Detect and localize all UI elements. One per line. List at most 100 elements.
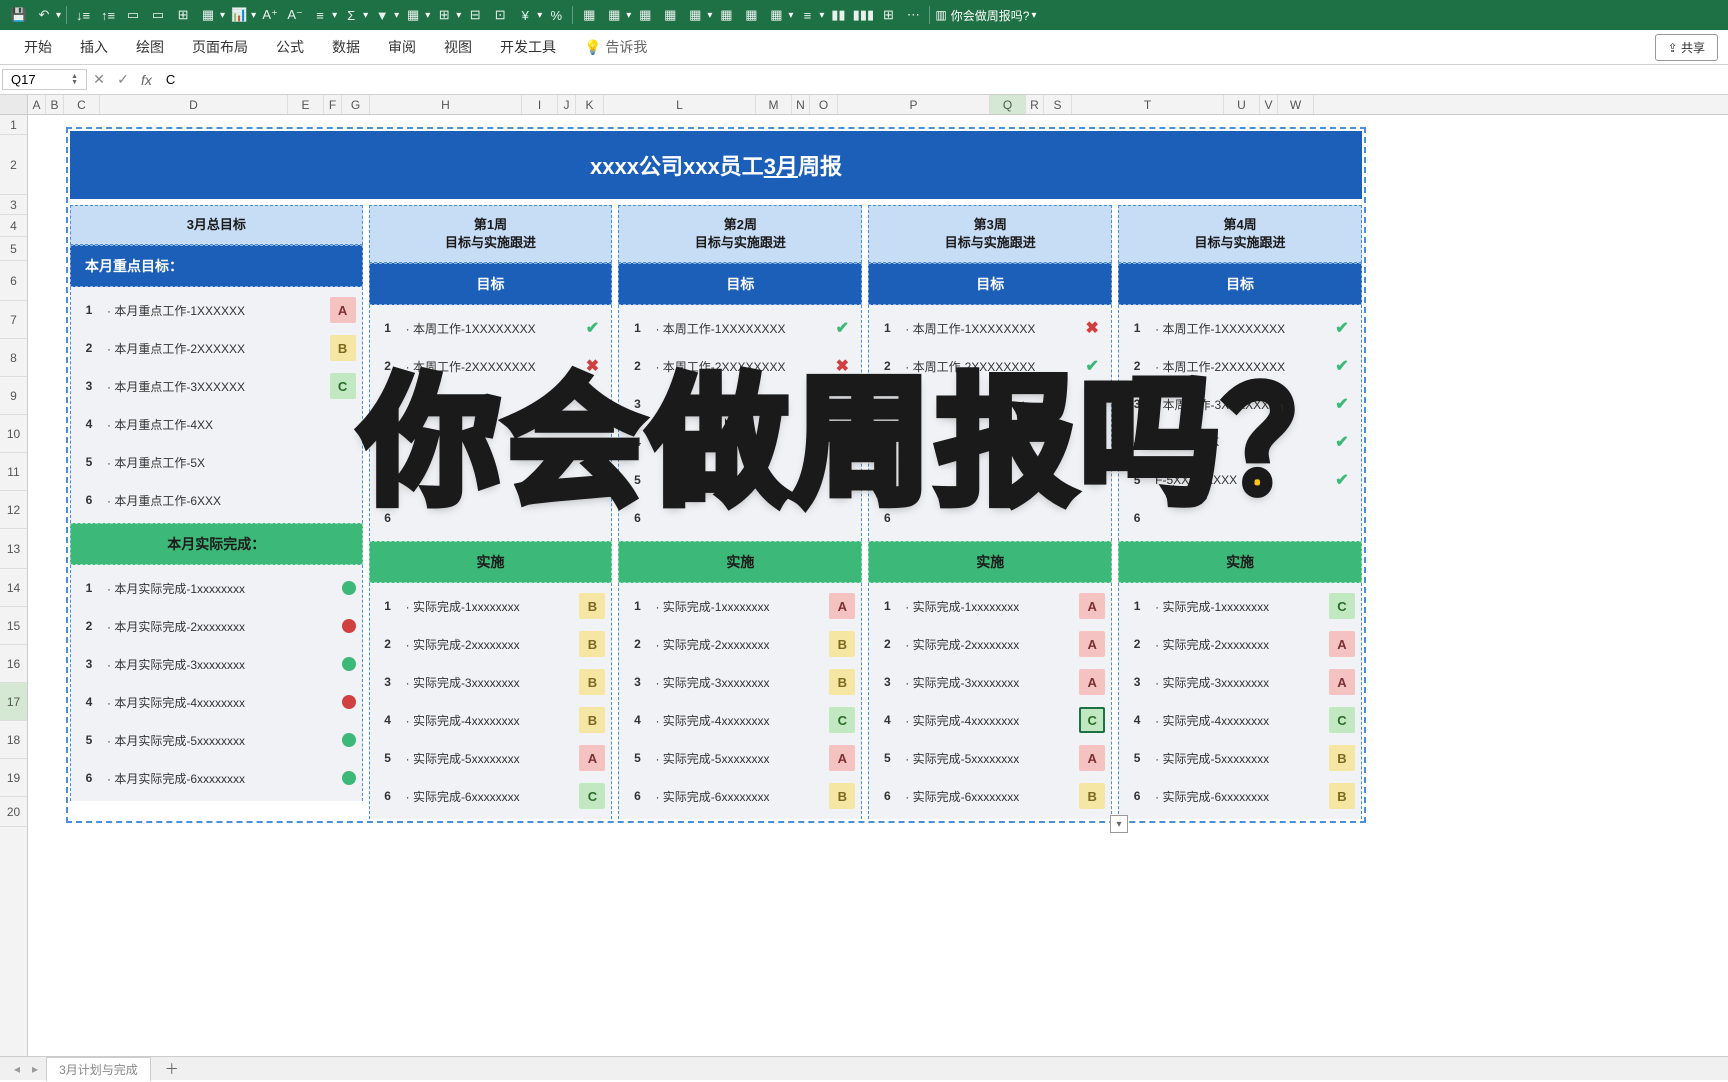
col-header-V[interactable]: V <box>1260 95 1278 114</box>
data-row[interactable]: 1· 本月重点工作-1XXXXXXA <box>71 291 362 329</box>
percent-icon[interactable]: % <box>545 4 567 26</box>
menu-公式[interactable]: 公式 <box>262 31 318 63</box>
data-row[interactable]: 3· 实际完成-3xxxxxxxxB <box>619 663 861 701</box>
currency-icon[interactable]: ¥ <box>514 4 536 26</box>
data-row[interactable]: 4· 本月实际完成-4xxxxxxxx <box>71 683 362 721</box>
undo-icon[interactable]: ↶ <box>33 4 55 26</box>
data-row[interactable]: 4 <box>370 423 612 461</box>
format-icon[interactable]: ▦ <box>402 4 424 26</box>
cancel-formula-icon[interactable]: ✕ <box>87 71 111 88</box>
format-cells-icon[interactable]: ▦ <box>684 4 706 26</box>
data-row[interactable]: 6· 本月重点工作-6XXX <box>71 481 362 519</box>
data-row[interactable]: 2· 实际完成-2xxxxxxxxB <box>370 625 612 663</box>
row-header-11[interactable]: 11 <box>0 453 27 491</box>
row-header-5[interactable]: 5 <box>0 237 27 261</box>
fill-icon[interactable]: ▦ <box>197 4 219 26</box>
data-row[interactable]: 3 <box>370 385 612 423</box>
data-row[interactable]: 6· 实际完成-6xxxxxxxxB <box>619 777 861 815</box>
data-row[interactable]: 6 <box>619 499 861 537</box>
group-icon[interactable]: ▦ <box>715 4 737 26</box>
fx-label[interactable]: fx <box>135 72 158 88</box>
row-header-1[interactable]: 1 <box>0 115 27 135</box>
data-row[interactable]: 3· 本月重点工作-3XXXXXXC <box>71 367 362 405</box>
row-header-12[interactable]: 12 <box>0 491 27 529</box>
accept-formula-icon[interactable]: ✓ <box>111 71 135 88</box>
row-header-20[interactable]: 20 <box>0 797 27 827</box>
name-box[interactable]: Q17 ▲▼ <box>2 69 87 90</box>
file-name[interactable]: ▥ 你会做周报吗? ▾ <box>935 7 1036 24</box>
col-header-L[interactable]: L <box>604 95 756 114</box>
data-row[interactable]: 6· 实际完成-6xxxxxxxxB <box>869 777 1111 815</box>
tell-me[interactable]: 💡 告诉我 <box>570 31 661 63</box>
tab-nav-first-icon[interactable]: ◂ <box>10 1062 24 1076</box>
col-header-N[interactable]: N <box>792 95 810 114</box>
data-row[interactable]: 3· 实际完成-3xxxxxxxxA <box>1119 663 1361 701</box>
merge-icon[interactable]: ⊟ <box>464 4 486 26</box>
data-row[interactable]: 1· 实际完成-1xxxxxxxxA <box>619 587 861 625</box>
col-header-M[interactable]: M <box>756 95 792 114</box>
menu-视图[interactable]: 视图 <box>430 31 486 63</box>
data-row[interactable]: 6 <box>869 499 1111 537</box>
col-header-I[interactable]: I <box>522 95 558 114</box>
select-all-corner[interactable] <box>0 95 28 114</box>
pivot-icon[interactable]: ▦ <box>578 4 600 26</box>
data-row[interactable]: 2· 实际完成-2xxxxxxxxB <box>619 625 861 663</box>
data-row[interactable]: 6 <box>370 499 612 537</box>
menu-绘图[interactable]: 绘图 <box>122 31 178 63</box>
data-row[interactable]: 5· 实际完成-5xxxxxxxxB <box>1119 739 1361 777</box>
data-row[interactable]: 5· 实际完成-5xxxxxxxxA <box>370 739 612 777</box>
insert-icon[interactable]: ▦ <box>634 4 656 26</box>
autofill-handle[interactable]: ▾ <box>1110 815 1128 833</box>
data-row[interactable]: 3· 实际完成-3xxxxxxxxA <box>869 663 1111 701</box>
data-row[interactable]: 1· 实际完成-1xxxxxxxxA <box>869 587 1111 625</box>
data-row[interactable]: 4· 实际完成-4xxxxxxxxC <box>619 701 861 739</box>
col-header-S[interactable]: S <box>1044 95 1072 114</box>
tab-nav-prev-icon[interactable]: ▸ <box>28 1062 42 1076</box>
data-row[interactable]: 1· 本周工作-1XXXXXXXX✔ <box>619 309 861 347</box>
data-row[interactable]: 3· 本周工作-3XXXXXXXX✔ <box>1119 385 1361 423</box>
data-row[interactable]: 5 <box>869 461 1111 499</box>
menu-审阅[interactable]: 审阅 <box>374 31 430 63</box>
row-header-14[interactable]: 14 <box>0 569 27 607</box>
data-row[interactable]: 2· 本月实际完成-2xxxxxxxx <box>71 607 362 645</box>
add-sheet-icon[interactable]: ＋ <box>155 1056 189 1082</box>
row-header-13[interactable]: 13 <box>0 529 27 569</box>
col-header-B[interactable]: B <box>46 95 64 114</box>
row-header-4[interactable]: 4 <box>0 215 27 237</box>
col-header-C[interactable]: C <box>64 95 100 114</box>
data-row[interactable]: 4· 实际完成-4xxxxxxxxB <box>370 701 612 739</box>
menu-插入[interactable]: 插入 <box>66 31 122 63</box>
bar-chart-icon[interactable]: ▮▮ <box>827 4 849 26</box>
data-row[interactable]: 1· 本周工作-1XXXXXXXX✔ <box>370 309 612 347</box>
col-header-H[interactable]: H <box>370 95 522 114</box>
data-row[interactable]: 3 <box>619 385 861 423</box>
data-row[interactable]: 2· 本周工作-2XXXXXXXX✔ <box>869 347 1111 385</box>
data-row[interactable]: 6· 实际完成-6xxxxxxxxB <box>1119 777 1361 815</box>
sum-icon[interactable]: Σ <box>340 4 362 26</box>
row-header-16[interactable]: 16 <box>0 645 27 683</box>
delete-icon[interactable]: ▦ <box>659 4 681 26</box>
col-header-R[interactable]: R <box>1026 95 1044 114</box>
data-row[interactable]: 3 <box>869 385 1111 423</box>
col-header-E[interactable]: E <box>288 95 324 114</box>
menu-数据[interactable]: 数据 <box>318 31 374 63</box>
insert-right-icon[interactable]: ▭ <box>147 4 169 26</box>
more-icon[interactable]: ⋯ <box>902 4 924 26</box>
font-decrease-icon[interactable]: A⁻ <box>284 4 306 26</box>
data-row[interactable]: 5 <box>619 461 861 499</box>
col-header-T[interactable]: T <box>1072 95 1224 114</box>
col-header-G[interactable]: G <box>342 95 370 114</box>
data-row[interactable]: 2· 本月重点工作-2XXXXXXB <box>71 329 362 367</box>
data-row[interactable]: 5F-5XXXXXXXX✔ <box>1119 461 1361 499</box>
data-row[interactable]: 1· 本月实际完成-1xxxxxxxx <box>71 569 362 607</box>
ungroup-icon[interactable]: ▦ <box>740 4 762 26</box>
col-header-A[interactable]: A <box>28 95 46 114</box>
table-icon[interactable]: ⊞ <box>172 4 194 26</box>
col-header-Q[interactable]: Q <box>990 95 1026 114</box>
font-increase-icon[interactable]: A⁺ <box>259 4 281 26</box>
align-icon[interactable]: ≡ <box>309 4 331 26</box>
conditional-icon[interactable]: ▦ <box>603 4 625 26</box>
col-header-D[interactable]: D <box>100 95 288 114</box>
col-header-U[interactable]: U <box>1224 95 1260 114</box>
sort-asc-icon[interactable]: ↓≡ <box>72 4 94 26</box>
